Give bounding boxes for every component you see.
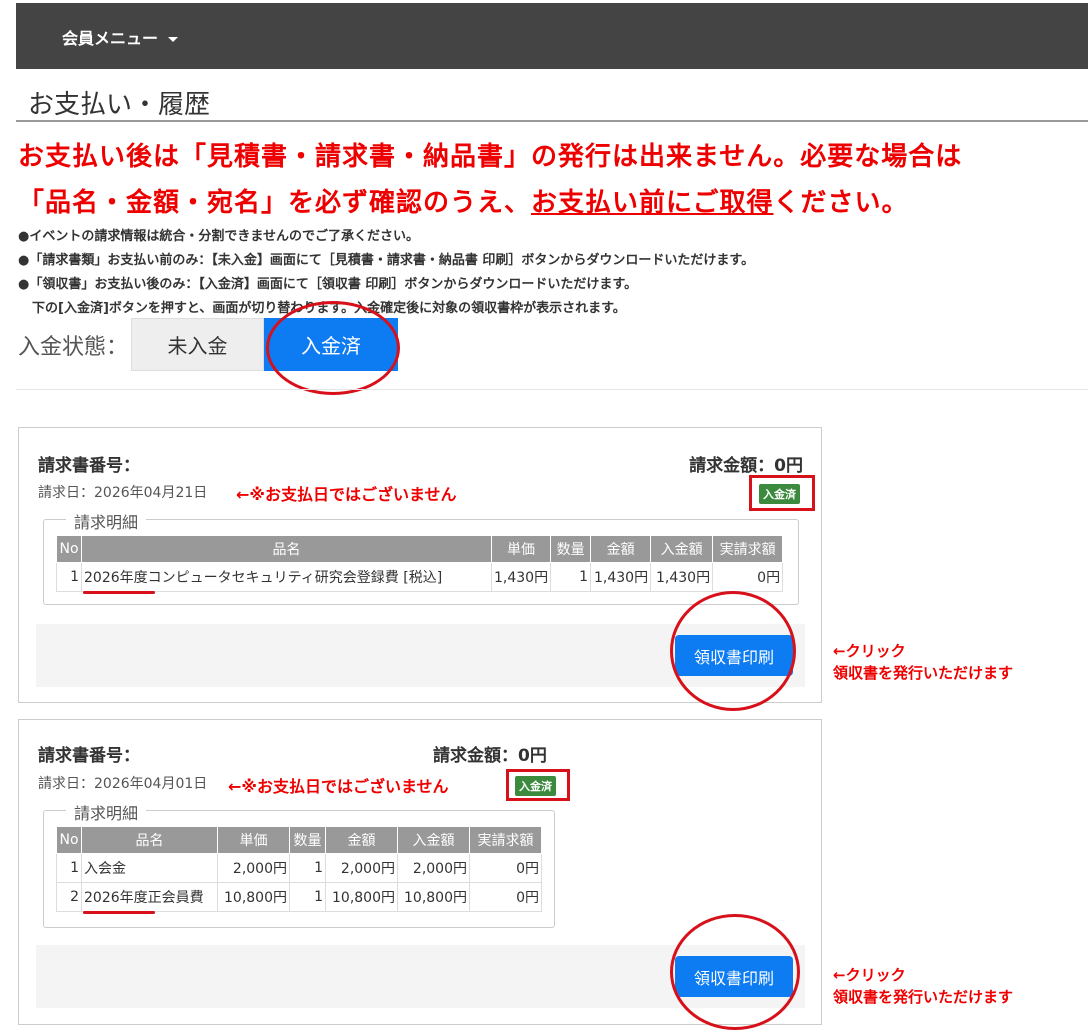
column-header: 数量 — [289, 826, 326, 854]
click-hint-line-1: ←クリック — [833, 966, 906, 984]
payment-status-label: 入金状態： — [18, 335, 129, 360]
column-header: 数量 — [550, 535, 592, 563]
warning-line-2-start: 「品名・金額・宛名」を必ず確認のうえ、 — [18, 188, 532, 218]
column-header: No — [56, 535, 82, 563]
click-hint-line-2: 領収書を発行いただけます — [833, 988, 1014, 1006]
invoice-details-table: No 品名 単価 数量 金額 入金額 実請求額 1 2026年度コンピュータセキ… — [56, 535, 784, 592]
cell-amount: 2,000円 — [325, 853, 398, 883]
note-receipt: ●「領収書」お支払い後のみ：【入金済】画面にて［領収書 印刷］ボタンからダウンロ… — [18, 277, 638, 292]
click-hint-line-1: ←クリック — [833, 642, 906, 660]
warning-line-2: 「品名・金額・宛名」を必ず確認のうえ、お支払い前にご取得ください。 — [18, 182, 909, 219]
table-row: 1 入会金 2,000円 1 2,000円 2,000円 0円 — [56, 853, 542, 883]
table-row: 1 2026年度コンピュータセキュリティ研究会登録費 [税込] 1,430円 1… — [56, 562, 784, 592]
cell-item-name: 入会金 — [81, 853, 218, 883]
invoice-details-legend: 請求明細 — [66, 800, 147, 824]
column-header: 実請求額 — [712, 535, 784, 563]
column-header: 単価 — [490, 535, 552, 563]
warning-line-2-end: ください。 — [773, 188, 909, 218]
cell-billed-amount: 0円 — [712, 562, 784, 592]
warning-line-2-underlined: お支払い前にご取得 — [531, 188, 774, 218]
column-header: No — [56, 826, 82, 854]
status-divider — [16, 389, 1088, 390]
note-integration: ●イベントの請求情報は統合・分割できませんのでご了承ください。 — [18, 229, 419, 244]
table-header-row: No 品名 単価 数量 金額 入金額 実請求額 — [56, 826, 542, 854]
column-header: 品名 — [81, 535, 492, 563]
cell-unit-price: 1,430円 — [490, 562, 552, 592]
cell-unit-price: 10,800円 — [217, 882, 290, 912]
column-header: 入金額 — [650, 535, 714, 563]
member-menu-dropdown[interactable]: 会員メニュー — [62, 25, 178, 49]
table-header-row: No 品名 単価 数量 金額 入金額 実請求額 — [56, 535, 784, 563]
cell-no: 1 — [56, 853, 82, 883]
highlight-underline-item — [83, 911, 155, 914]
cell-item-name: 2026年度正会員費 — [81, 882, 218, 912]
cell-quantity: 1 — [550, 562, 592, 592]
invoice-number-label: 請求書番号： — [38, 746, 140, 766]
column-header: 単価 — [217, 826, 290, 854]
cell-amount: 1,430円 — [590, 562, 652, 592]
click-hint-line-2: 領収書を発行いただけます — [833, 664, 1014, 682]
invoice-date-note: ←※お支払日ではございません — [236, 485, 457, 504]
invoice-amount: 請求金額：0円 — [689, 456, 803, 476]
note-invoice-docs: ●「請求書類」お支払い前のみ：【未入金】画面にて［見積書・請求書・納品書 印刷］… — [18, 253, 755, 268]
cell-billed-amount: 0円 — [469, 882, 542, 912]
highlight-circle-print — [670, 591, 796, 711]
member-menu-label: 会員メニュー — [62, 29, 159, 48]
invoice-details-legend: 請求明細 — [66, 509, 147, 533]
page-title: お支払い・履歴 — [28, 90, 211, 120]
cell-paid-amount: 1,430円 — [650, 562, 714, 592]
highlight-box-badge — [749, 475, 815, 511]
highlight-circle-paid — [266, 301, 400, 395]
column-header: 金額 — [590, 535, 652, 563]
column-header: 金額 — [325, 826, 398, 854]
click-hint: ←クリック 領収書を発行いただけます — [833, 964, 1013, 1008]
column-header: 実請求額 — [469, 826, 542, 854]
cell-no: 1 — [56, 562, 82, 592]
cell-quantity: 1 — [289, 882, 326, 912]
invoice-date: 請求日：2026年04月01日 — [38, 776, 208, 792]
click-hint: ←クリック 領収書を発行いただけます — [833, 640, 1013, 684]
top-navbar: 会員メニュー — [16, 3, 1088, 69]
column-header: 品名 — [81, 826, 218, 854]
cell-quantity: 1 — [289, 853, 326, 883]
title-divider — [16, 120, 1088, 122]
cell-paid-amount: 10,800円 — [397, 882, 470, 912]
invoice-details-table: No 品名 単価 数量 金額 入金額 実請求額 1 入会金 2,000円 1 2… — [56, 826, 542, 912]
cell-no: 2 — [56, 882, 82, 912]
highlight-circle-print — [670, 914, 800, 1030]
unpaid-tab-button[interactable]: 未入金 — [131, 318, 264, 371]
highlight-box-badge — [506, 769, 570, 801]
invoice-date: 請求日：2026年04月21日 — [38, 485, 208, 501]
cell-billed-amount: 0円 — [469, 853, 542, 883]
warning-line-1: お支払い後は「見積書・請求書・納品書」の発行は出来ません。必要な場合は — [18, 142, 963, 172]
caret-down-icon — [167, 37, 178, 42]
cell-unit-price: 2,000円 — [217, 853, 290, 883]
invoice-details-fieldset: 請求明細 No 品名 単価 数量 金額 入金額 実請求額 1 2026年度コンピ… — [43, 509, 799, 605]
table-row: 2 2026年度正会員費 10,800円 1 10,800円 10,800円 0… — [56, 882, 542, 912]
invoice-number-label: 請求書番号： — [38, 456, 140, 476]
invoice-date-note: ←※お支払日ではございません — [228, 777, 449, 796]
column-header: 入金額 — [397, 826, 470, 854]
cell-item-name: 2026年度コンピュータセキュリティ研究会登録費 [税込] — [81, 562, 492, 592]
invoice-amount: 請求金額：0円 — [433, 746, 547, 766]
highlight-underline-item — [83, 591, 155, 594]
cell-amount: 10,800円 — [325, 882, 398, 912]
cell-paid-amount: 2,000円 — [397, 853, 470, 883]
